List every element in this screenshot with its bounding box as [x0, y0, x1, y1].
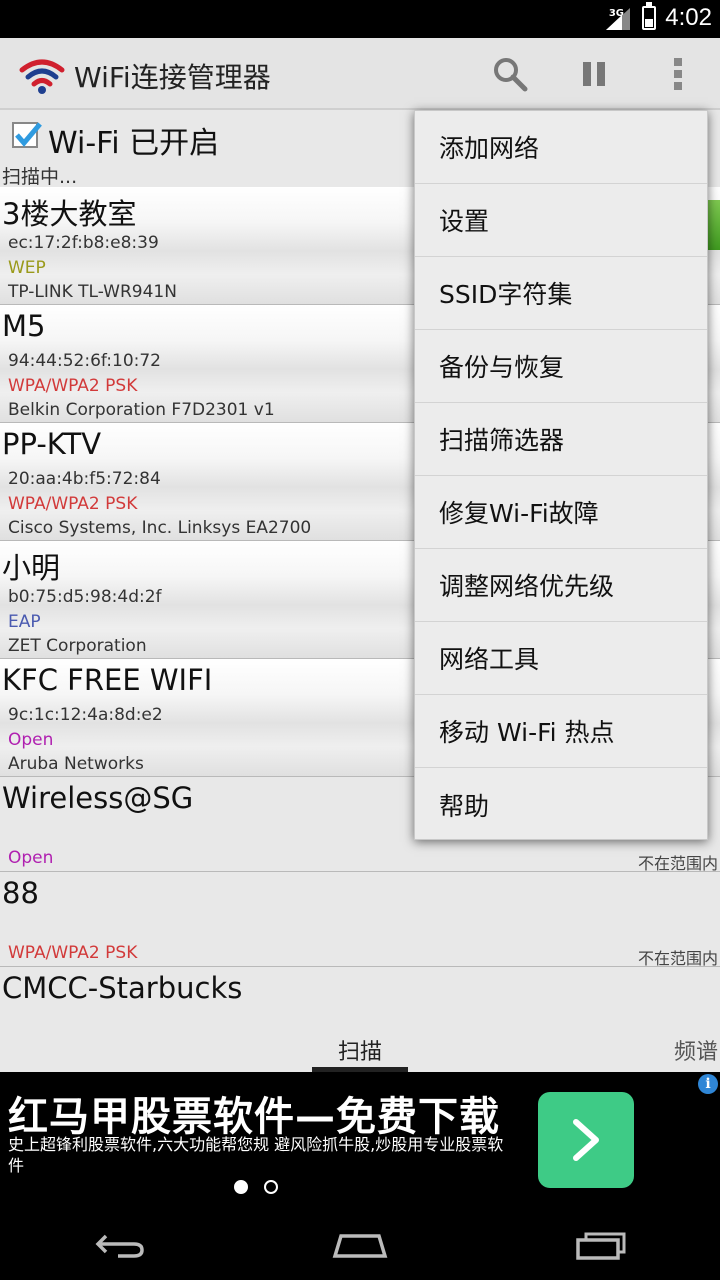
- network-security: WPA/WPA2 PSK: [8, 376, 138, 396]
- network-security: Open: [8, 730, 54, 750]
- network-mac: 9c:1c:12:4a:8d:e2: [8, 705, 163, 725]
- bottom-tabs: 扫描 频谱: [0, 1026, 720, 1072]
- tab-spectrum[interactable]: 频谱: [674, 1034, 718, 1066]
- navigation-bar: [0, 1210, 720, 1280]
- network-mac: 20:aa:4b:f5:72:84: [8, 469, 161, 489]
- network-security: EAP: [8, 612, 41, 632]
- battery-icon: [642, 2, 656, 30]
- network-ssid: 88: [2, 876, 39, 910]
- network-ssid: 小明: [2, 551, 61, 585]
- chevron-right-icon: [573, 1119, 599, 1161]
- wifi-toggle-label: Wi-Fi 已开启: [48, 126, 220, 161]
- scan-status: 扫描中...: [2, 166, 78, 188]
- search-button[interactable]: [488, 52, 532, 96]
- ad-banner[interactable]: 红马甲股票软件—免费下载 史上超锋利股票软件,六大功能帮您规 避风险抓牛股,炒股…: [0, 1072, 720, 1210]
- ad-info-icon[interactable]: i: [698, 1074, 718, 1094]
- tab-scan[interactable]: 扫描: [312, 1026, 408, 1072]
- signal-strength-bar: [706, 200, 720, 250]
- menu-item-help[interactable]: 帮助: [415, 768, 707, 841]
- network-item-out-of-range[interactable]: 88 WPA/WPA2 PSK 不在范围内: [0, 872, 720, 968]
- menu-item-add-network[interactable]: 添加网络: [415, 111, 707, 184]
- network-mac: 94:44:52:6f:10:72: [8, 351, 161, 371]
- checkmark-icon: [15, 122, 42, 147]
- network-vendor: TP-LINK TL-WR941N: [8, 282, 177, 302]
- overflow-menu-button[interactable]: [656, 52, 700, 96]
- home-button[interactable]: [330, 1224, 390, 1266]
- network-ssid: Wireless@SG: [2, 781, 194, 815]
- wifi-checkbox[interactable]: [12, 122, 42, 148]
- menu-item-network-priority[interactable]: 调整网络优先级: [415, 549, 707, 622]
- pause-icon: [583, 62, 605, 86]
- network-security: WEP: [8, 258, 46, 278]
- status-bar: 3G 4:02: [0, 0, 720, 38]
- menu-item-fix-wifi[interactable]: 修复Wi-Fi故障: [415, 476, 707, 549]
- network-ssid: KFC FREE WIFI: [2, 663, 213, 697]
- network-security: WPA/WPA2 PSK: [8, 943, 138, 963]
- menu-item-hotspot[interactable]: 移动 Wi-Fi 热点: [415, 695, 707, 768]
- back-button[interactable]: [90, 1224, 150, 1266]
- menu-item-network-tools[interactable]: 网络工具: [415, 622, 707, 695]
- network-vendor: ZET Corporation: [8, 636, 147, 656]
- overflow-menu: 添加网络 设置 SSID字符集 备份与恢复 扫描筛选器 修复Wi-Fi故障 调整…: [414, 110, 708, 840]
- network-item-out-of-range[interactable]: CMCC-Starbucks: [0, 967, 720, 1026]
- menu-item-settings[interactable]: 设置: [415, 184, 707, 257]
- ad-description: 史上超锋利股票软件,六大功能帮您规 避风险抓牛股,炒股用专业股票软件: [8, 1135, 504, 1175]
- screen: 3G 4:02 WiFi连接管理器 Wi-Fi 已开启 扫描中... 3楼大教室…: [0, 0, 720, 1280]
- menu-item-scan-filter[interactable]: 扫描筛选器: [415, 403, 707, 476]
- app-title: WiFi连接管理器: [74, 61, 271, 94]
- page-dot-active: [234, 1180, 248, 1194]
- clock: 4:02: [665, 4, 712, 31]
- network-vendor: Belkin Corporation F7D2301 v1: [8, 400, 275, 420]
- signal-icon: [606, 8, 630, 30]
- network-vendor: Aruba Networks: [8, 754, 144, 774]
- network-ssid: 3楼大教室: [2, 197, 137, 231]
- recents-button[interactable]: [570, 1224, 630, 1266]
- overflow-menu-icon: [674, 58, 682, 90]
- menu-item-ssid-charset[interactable]: SSID字符集: [415, 257, 707, 330]
- network-mac: ec:17:2f:b8:e8:39: [8, 233, 159, 253]
- pause-scan-button[interactable]: [572, 52, 616, 96]
- search-icon: [494, 58, 528, 92]
- menu-item-backup-restore[interactable]: 备份与恢复: [415, 330, 707, 403]
- range-status: 不在范围内: [637, 949, 718, 968]
- network-vendor: Cisco Systems, Inc. Linksys EA2700: [8, 518, 312, 538]
- back-icon: [95, 1234, 144, 1258]
- network-ssid: PP-KTV: [2, 427, 102, 461]
- recents-icon: [576, 1232, 626, 1260]
- page-dot: [264, 1180, 278, 1194]
- ad-go-button[interactable]: [538, 1092, 634, 1188]
- network-ssid: CMCC-Starbucks: [2, 971, 243, 1005]
- wifi-logo-icon: [19, 59, 65, 94]
- ad-page-indicator: [234, 1180, 278, 1194]
- network-security: Open: [8, 848, 54, 868]
- network-security: WPA/WPA2 PSK: [8, 494, 138, 514]
- action-bar: WiFi连接管理器: [0, 38, 720, 110]
- network-ssid: M5: [2, 309, 46, 343]
- home-icon: [332, 1234, 388, 1258]
- range-status: 不在范围内: [637, 854, 718, 873]
- network-mac: b0:75:d5:98:4d:2f: [8, 587, 162, 607]
